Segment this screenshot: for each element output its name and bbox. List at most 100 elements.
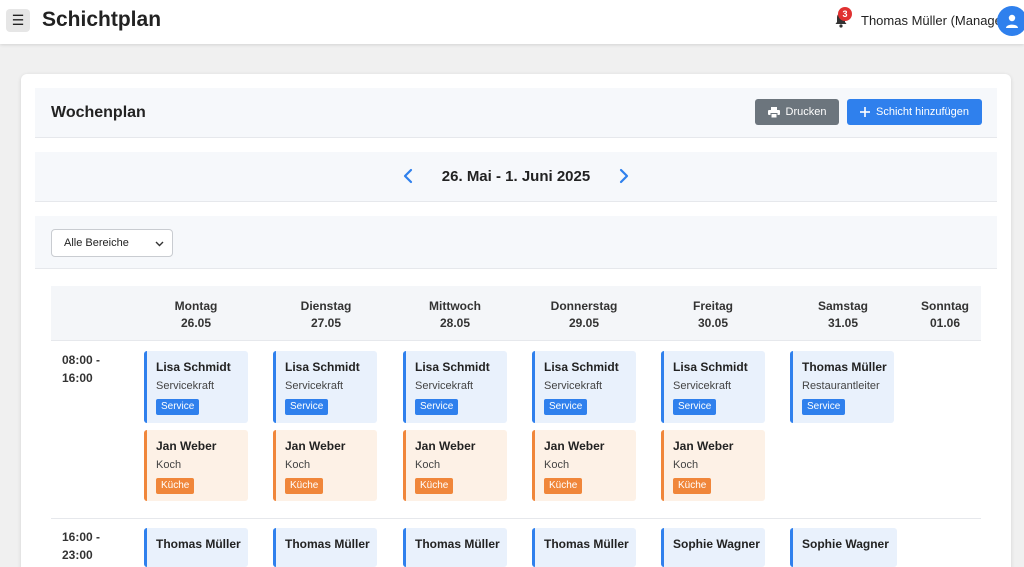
- day-date: 28.05: [439, 316, 471, 330]
- day-header-sunday: Sonntag 01.06: [885, 298, 1005, 332]
- shift-employee-name: Thomas Müller: [802, 360, 887, 374]
- shift-area-tag: Service: [415, 399, 459, 415]
- day-name: Donnerstag: [550, 299, 618, 313]
- shift-employee-name: Jan Weber: [673, 439, 734, 453]
- shift-employee-name: Lisa Schmidt: [415, 360, 490, 374]
- shift-card[interactable]: Sophie Wagner: [790, 528, 897, 567]
- shift-area-tag: Küche: [673, 478, 712, 494]
- add-shift-button-label: Schicht hinzufügen: [876, 106, 969, 118]
- day-name: Mittwoch: [429, 299, 481, 313]
- shift-employee-name: Sophie Wagner: [673, 537, 760, 551]
- day-date: 27.05: [310, 316, 342, 330]
- shift-card[interactable]: Lisa Schmidt Servicekraft Service: [403, 351, 507, 423]
- shift-card[interactable]: Jan Weber Koch Küche: [532, 430, 636, 501]
- shift-employee-name: Lisa Schmidt: [544, 360, 619, 374]
- shift-employee-role: Servicekraft: [285, 380, 344, 392]
- chevron-down-icon: [155, 241, 164, 247]
- add-shift-button[interactable]: Schicht hinzufügen: [847, 99, 982, 125]
- shift-employee-name: Jan Weber: [285, 439, 346, 453]
- shift-card[interactable]: Thomas Müller: [273, 528, 377, 567]
- shift-area-tag: Service: [802, 399, 846, 415]
- shift-area-tag: Küche: [156, 478, 195, 494]
- shift-employee-role: Servicekraft: [673, 380, 732, 392]
- day-name: Freitag: [692, 299, 733, 313]
- shift-employee-role: Koch: [673, 459, 699, 471]
- shift-employee-role: Restaurantleiter: [802, 380, 880, 392]
- day-date: 01.06: [929, 316, 961, 330]
- day-date: 26.05: [180, 316, 212, 330]
- area-filter-value: Alle Bereiche: [64, 237, 129, 249]
- day-date: 30.05: [697, 316, 729, 330]
- plus-icon: [860, 107, 871, 117]
- user-name[interactable]: Thomas Müller (Manager): [861, 13, 1011, 28]
- filter-bar: [35, 216, 997, 269]
- notification-badge: 3: [838, 7, 852, 21]
- print-button-label: Drucken: [785, 106, 827, 118]
- shift-card[interactable]: Thomas Müller Restaurantleiter Service: [790, 351, 894, 423]
- app-title: Schichtplan: [42, 8, 162, 31]
- shift-employee-name: Jan Weber: [544, 439, 605, 453]
- shift-area-tag: Service: [673, 399, 717, 415]
- time-slot-evening: 16:00 - 23:00: [62, 528, 100, 564]
- week-range: 26. Mai - 1. Juni 2025: [441, 168, 591, 185]
- shift-card[interactable]: Lisa Schmidt Servicekraft Service: [661, 351, 765, 423]
- shift-card[interactable]: Lisa Schmidt Servicekraft Service: [532, 351, 636, 423]
- time-slot-end: 16:00: [62, 371, 93, 385]
- shift-employee-name: Thomas Müller: [415, 537, 500, 551]
- user-avatar-icon[interactable]: [997, 6, 1024, 36]
- shift-card[interactable]: Thomas Müller: [144, 528, 248, 567]
- shift-area-tag: Service: [544, 399, 588, 415]
- printer-icon: [767, 106, 780, 118]
- chevron-left-icon: [403, 168, 413, 184]
- shift-employee-role: Koch: [415, 459, 441, 471]
- shift-card[interactable]: Lisa Schmidt Servicekraft Service: [273, 351, 377, 423]
- shift-card[interactable]: Jan Weber Koch Küche: [403, 430, 507, 501]
- shift-area-tag: Küche: [544, 478, 583, 494]
- shift-employee-name: Lisa Schmidt: [285, 360, 360, 374]
- row-divider: [51, 518, 981, 519]
- shift-employee-role: Koch: [285, 459, 311, 471]
- shift-employee-role: Servicekraft: [544, 380, 603, 392]
- print-button[interactable]: Drucken: [755, 99, 839, 125]
- shift-employee-role: Servicekraft: [156, 380, 215, 392]
- shift-card[interactable]: Lisa Schmidt Servicekraft Service: [144, 351, 248, 423]
- shift-card[interactable]: Jan Weber Koch Küche: [661, 430, 765, 501]
- shift-employee-name: Lisa Schmidt: [156, 360, 231, 374]
- menu-icon[interactable]: ☰: [6, 9, 30, 32]
- shift-area-tag: Service: [156, 399, 200, 415]
- time-slot-morning: 08:00 - 16:00: [62, 351, 100, 387]
- day-name: Dienstag: [300, 299, 352, 313]
- shift-employee-name: Lisa Schmidt: [673, 360, 748, 374]
- shift-employee-role: Koch: [544, 459, 570, 471]
- shift-employee-role: Koch: [156, 459, 182, 471]
- area-filter-select[interactable]: Alle Bereiche: [51, 229, 173, 257]
- day-name: Sonntag: [921, 299, 969, 313]
- day-date: 29.05: [568, 316, 600, 330]
- day-header-wednesday: Mittwoch 28.05: [395, 298, 515, 332]
- day-header-monday: Montag 26.05: [136, 298, 256, 332]
- shift-employee-name: Thomas Müller: [544, 537, 629, 551]
- shift-area-tag: Küche: [415, 478, 454, 494]
- shift-area-tag: Küche: [285, 478, 324, 494]
- day-header-tuesday: Dienstag 27.05: [266, 298, 386, 332]
- shift-card[interactable]: Jan Weber Koch Küche: [144, 430, 248, 501]
- day-name: Montag: [174, 299, 218, 313]
- day-header-friday: Freitag 30.05: [653, 298, 773, 332]
- shift-card[interactable]: Thomas Müller: [403, 528, 507, 567]
- shift-employee-name: Jan Weber: [156, 439, 217, 453]
- time-slot-end: 23:00: [62, 548, 93, 562]
- next-week-button[interactable]: [614, 164, 634, 188]
- shift-area-tag: Service: [285, 399, 329, 415]
- shift-employee-name: Thomas Müller: [156, 537, 241, 551]
- shift-employee-role: Servicekraft: [415, 380, 474, 392]
- shift-card[interactable]: Sophie Wagner: [661, 528, 765, 567]
- day-header-thursday: Donnerstag 29.05: [524, 298, 644, 332]
- shift-card[interactable]: Jan Weber Koch Küche: [273, 430, 377, 501]
- chevron-right-icon: [619, 168, 629, 184]
- page-title: Wochenplan: [51, 104, 146, 121]
- shift-card[interactable]: Thomas Müller: [532, 528, 636, 567]
- time-slot-start: 16:00 -: [62, 530, 101, 544]
- time-slot-start: 08:00 -: [62, 353, 101, 367]
- previous-week-button[interactable]: [398, 164, 418, 188]
- shift-employee-name: Sophie Wagner: [802, 537, 889, 551]
